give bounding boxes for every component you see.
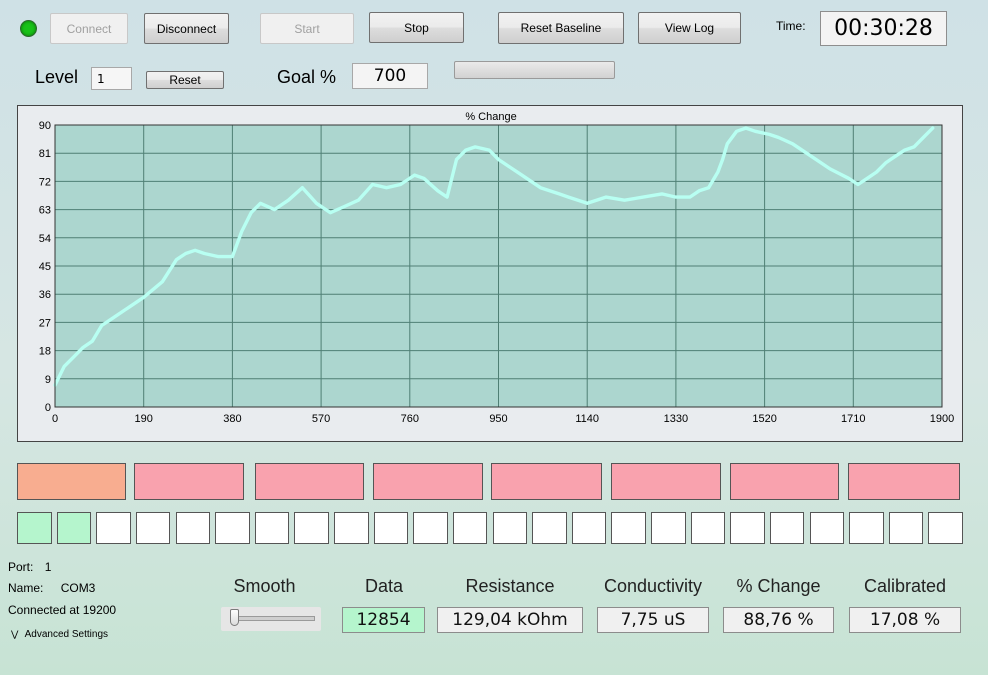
level-cell (888, 512, 924, 544)
data-label: Data (364, 576, 404, 596)
level-cell (532, 512, 567, 544)
zone-block (611, 463, 721, 500)
y-tick-label: 90 (39, 120, 51, 132)
y-tick-label: 36 (39, 289, 51, 301)
level-cell (928, 512, 963, 544)
zone-block (255, 463, 364, 500)
smooth-slider-track (233, 616, 315, 621)
level-cell (135, 512, 171, 544)
level-cell (373, 512, 409, 544)
level-input[interactable]: 1 (91, 67, 132, 90)
x-tick-label: 190 (135, 413, 153, 425)
level-cell (175, 512, 211, 544)
level-reset-button[interactable]: Reset (146, 71, 224, 89)
y-tick-label: 54 (39, 233, 51, 245)
x-tick-label: 950 (489, 413, 507, 425)
level-cell (849, 512, 884, 544)
x-tick-label: 0 (52, 413, 58, 425)
x-tick-label: 1520 (752, 413, 776, 425)
chart-panel: % Change 0 190 380 570 760 950 1140 1330 1520 171… (17, 105, 963, 442)
y-tick-label: 18 (39, 346, 51, 358)
advanced-settings-label: Advanced Settings (24, 629, 109, 640)
y-tick-label: 81 (39, 148, 51, 160)
smooth-slider-thumb[interactable] (230, 609, 239, 626)
percent-change-label: % Change (736, 576, 821, 596)
level-cell (294, 512, 329, 544)
name-row: Name: COM3 (8, 581, 95, 595)
level-cell (413, 512, 448, 544)
level-cell (611, 512, 646, 544)
zone-block (491, 463, 602, 500)
x-tick-label: 1330 (664, 413, 688, 425)
y-tick-label: 63 (39, 205, 51, 217)
y-tick-label: 9 (45, 374, 51, 386)
chart-title: % Change (465, 111, 516, 123)
connect-button[interactable]: Connect (50, 13, 128, 44)
reset-baseline-button[interactable]: Reset Baseline (498, 12, 624, 44)
zone-block (730, 463, 839, 500)
resistance-label: Resistance (465, 576, 555, 596)
y-tick-label: 72 (39, 176, 51, 188)
time-display: 00:30:28 (820, 11, 947, 46)
zone-block (373, 463, 483, 500)
time-label: Time: (776, 19, 806, 33)
name-value: COM3 (60, 581, 96, 595)
level-cell (690, 512, 726, 544)
percent-change-value: 88,76 % (723, 607, 834, 633)
x-tick-label: 1710 (841, 413, 865, 425)
level-cell (769, 512, 805, 544)
y-tick-label: 45 (39, 261, 51, 273)
zone-block (848, 463, 960, 500)
smooth-slider[interactable] (221, 607, 321, 631)
level-cell (215, 512, 250, 544)
calibrated-value: 17,08 % (849, 607, 961, 633)
port-label: Port: (8, 560, 34, 574)
goal-input[interactable]: 700 (352, 63, 428, 89)
level-cell (334, 512, 369, 544)
resistance-value: 129,04 kOhm (437, 607, 583, 633)
start-button[interactable]: Start (260, 13, 354, 44)
level-cell (492, 512, 528, 544)
zone-block (17, 463, 126, 500)
level-label: Level (35, 67, 79, 87)
percent-change-chart: % Change 0 190 380 570 760 950 1140 1330 1520 171… (39, 111, 954, 425)
stop-button[interactable]: Stop (369, 12, 464, 43)
x-tick-label: 380 (223, 413, 241, 425)
level-cell (452, 512, 488, 544)
status-led-icon (20, 20, 37, 37)
x-tick-label: 760 (401, 413, 419, 425)
x-tick-label: 1140 (575, 413, 599, 425)
level-cell (254, 512, 290, 544)
level-cell (96, 512, 131, 544)
x-tick-label: 1900 (930, 413, 954, 425)
goal-progress-bar (454, 61, 615, 79)
disconnect-button[interactable]: Disconnect (144, 13, 229, 44)
y-tick-label: 0 (45, 402, 51, 414)
calibrated-label: Calibrated (863, 576, 947, 596)
data-value: 12854 (342, 607, 425, 633)
goal-label: Goal % (277, 67, 337, 87)
level-cell (809, 512, 845, 544)
chevron-down-icon: ⋁ (11, 629, 19, 639)
view-log-button[interactable]: View Log (638, 12, 741, 44)
x-tick-label: 570 (312, 413, 330, 425)
zone-block (134, 463, 244, 500)
level-cell (571, 512, 607, 544)
conductivity-label: Conductivity (603, 576, 703, 596)
port-value: 1 (44, 560, 52, 574)
level-cell (730, 512, 765, 544)
name-label: Name: (8, 581, 44, 595)
y-tick-label: 27 (39, 317, 51, 329)
advanced-settings-toggle[interactable]: ⋁ Advanced Settings (11, 629, 108, 640)
level-cell (17, 512, 52, 544)
connection-status: Connected at 19200 (8, 603, 117, 617)
port-row: Port: 1 (8, 560, 51, 574)
smooth-label: Smooth (233, 576, 296, 596)
level-cell (56, 512, 92, 544)
level-cell (651, 512, 686, 544)
conductivity-value: 7,75 uS (597, 607, 709, 633)
